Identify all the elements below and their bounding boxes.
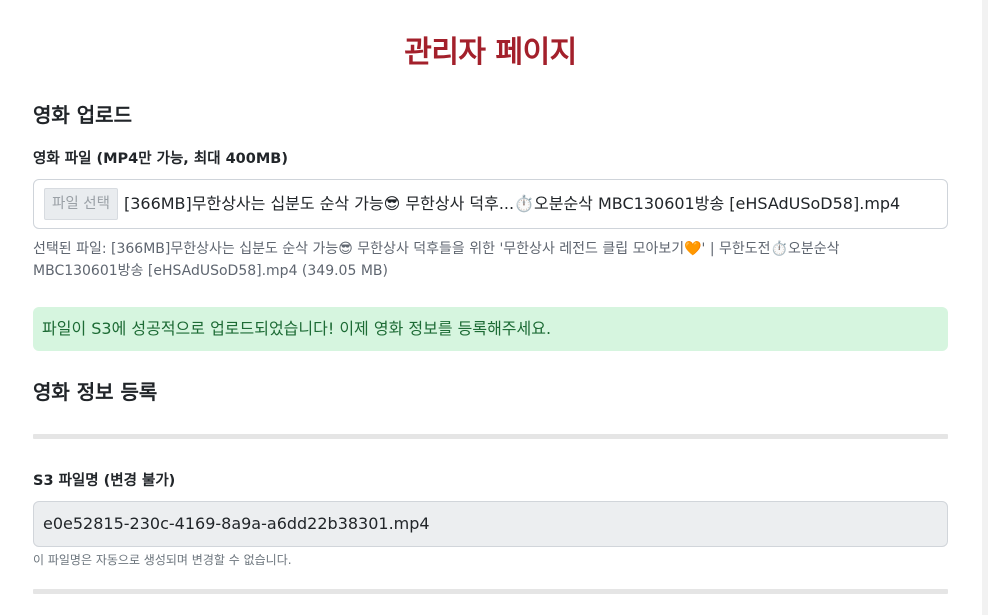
upload-success-alert: 파일이 S3에 성공적으로 업로드되었습니다! 이제 영화 정보를 등록해주세요… xyxy=(33,307,948,351)
movie-file-label: 영화 파일 (MP4만 가능, 최대 400MB) xyxy=(33,151,288,167)
admin-page: 관리자 페이지 영화 업로드 영화 파일 (MP4만 가능, 최대 400MB)… xyxy=(0,0,982,615)
selected-file-info: 선택된 파일: [366MB]무한상사는 십분도 순삭 가능😎 무한상사 덕후들… xyxy=(33,241,840,279)
upload-section-title: 영화 업로드 xyxy=(33,103,132,127)
s3-filename-label: S3 파일명 (변경 불가) xyxy=(33,473,176,489)
chosen-file-name: [366MB]무한상사는 십분도 순삭 가능😎 무한상사 덕후...⏱️오분순삭… xyxy=(123,194,901,213)
page-title: 관리자 페이지 xyxy=(404,35,577,70)
movie-info-section-title: 영화 정보 등록 xyxy=(33,380,158,404)
s3-filename-field[interactable]: e0e52815-230c-4169-8a9a-a6dd22b38301.mp4 xyxy=(33,501,948,547)
section-divider-bottom xyxy=(33,589,948,594)
section-divider xyxy=(33,434,948,439)
movie-file-input[interactable]: 파일 선택 [366MB]무한상사는 십분도 순삭 가능😎 무한상사 덕후...… xyxy=(33,179,948,229)
s3-filename-help: 이 파일명은 자동으로 생성되며 변경할 수 없습니다. xyxy=(33,553,292,567)
window-scroll-edge xyxy=(982,0,988,615)
choose-file-button[interactable]: 파일 선택 xyxy=(44,188,118,220)
